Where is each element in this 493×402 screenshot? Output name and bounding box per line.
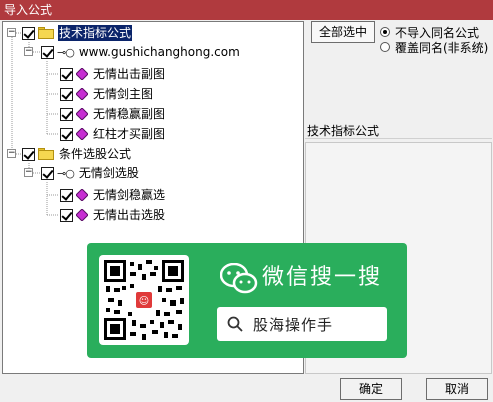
tree-leaf[interactable]: 无情剑主图: [60, 85, 154, 103]
tree-label: 无情出击选股: [93, 208, 166, 222]
tree-leaf[interactable]: 无情剑稳赢选: [60, 186, 166, 204]
formula-gem-icon: [76, 68, 88, 80]
search-icon: [227, 316, 243, 332]
key-icon: ⊸○: [57, 166, 75, 180]
tree-label: 技术指标公式: [58, 25, 133, 41]
promo-title: 微信搜一搜: [262, 265, 383, 290]
formula-gem-icon: [76, 189, 88, 201]
promo-search-text: 股海操作手: [253, 315, 334, 334]
checkbox[interactable]: [60, 87, 73, 101]
window-title: 导入公式: [4, 3, 53, 17]
radio-overwrite-duplicates[interactable]: 覆盖同名(非系统): [380, 40, 489, 55]
radio-label: 覆盖同名(非系统): [395, 40, 489, 55]
radio-dot[interactable]: [380, 42, 390, 52]
tree-leaf[interactable]: 无情稳赢副图: [60, 105, 166, 123]
title-bar: 导入公式: [0, 0, 493, 20]
expander-source1[interactable]: −: [24, 47, 33, 56]
ok-button[interactable]: 确定: [340, 378, 402, 400]
checkbox[interactable]: [60, 67, 73, 81]
tree-leaf[interactable]: 无情出击副图: [60, 65, 166, 83]
folder-icon: [38, 27, 54, 39]
promo-search-box: 股海操作手: [217, 307, 387, 341]
key-icon: ⊸○: [57, 45, 75, 59]
svg-text:☺: ☺: [139, 296, 149, 307]
checkbox[interactable]: [22, 147, 35, 161]
radio-no-import-duplicates[interactable]: 不导入同名公式: [380, 25, 479, 40]
checkbox[interactable]: [60, 127, 73, 141]
tree-label: 无情出击副图: [93, 67, 166, 81]
expander-root1[interactable]: −: [7, 28, 16, 37]
tree-node-source-website[interactable]: ⊸○ www.gushichanghong.com: [41, 43, 241, 61]
tree-label: 红柱才买副图: [93, 127, 166, 141]
expander-source2[interactable]: −: [24, 168, 33, 177]
tree-label: 条件选股公式: [59, 147, 132, 161]
tree-node-technical-formulas[interactable]: 技术指标公式: [22, 24, 133, 42]
tree-leaf[interactable]: 红柱才买副图: [60, 125, 166, 143]
tree-label: 无情剑选股: [78, 166, 139, 180]
formula-type-label: 技术指标公式: [307, 124, 380, 138]
divider: [305, 138, 492, 139]
qr-code: ☺: [99, 255, 189, 345]
checkbox[interactable]: [60, 188, 73, 202]
expander-root2[interactable]: −: [7, 149, 16, 158]
tree-label: www.gushichanghong.com: [78, 45, 240, 59]
tree-label: 无情剑主图: [93, 87, 154, 101]
wechat-icon: [220, 263, 258, 294]
tree-leaf[interactable]: 无情出击选股: [60, 206, 166, 224]
formula-gem-icon: [76, 128, 88, 140]
tree-node-source-wuqingjian[interactable]: ⊸○ 无情剑选股: [41, 164, 140, 182]
tree-label: 无情剑稳赢选: [93, 188, 166, 202]
checkbox[interactable]: [41, 45, 54, 59]
checkbox[interactable]: [60, 107, 73, 121]
select-all-button[interactable]: 全部选中: [311, 21, 375, 43]
checkbox[interactable]: [60, 208, 73, 222]
radio-dot[interactable]: [380, 27, 390, 37]
checkbox[interactable]: [41, 166, 54, 180]
cancel-button[interactable]: 取消: [426, 378, 488, 400]
tree-node-stock-selection-formulas[interactable]: 条件选股公式: [22, 145, 132, 163]
checkbox[interactable]: [22, 26, 35, 40]
formula-gem-icon: [76, 88, 88, 100]
wechat-promo-overlay: ☺ 微信搜一搜 股海操作手: [87, 243, 407, 358]
tree-label: 无情稳赢副图: [93, 107, 166, 121]
formula-gem-icon: [76, 209, 88, 221]
formula-gem-icon: [76, 108, 88, 120]
folder-icon: [38, 148, 54, 160]
